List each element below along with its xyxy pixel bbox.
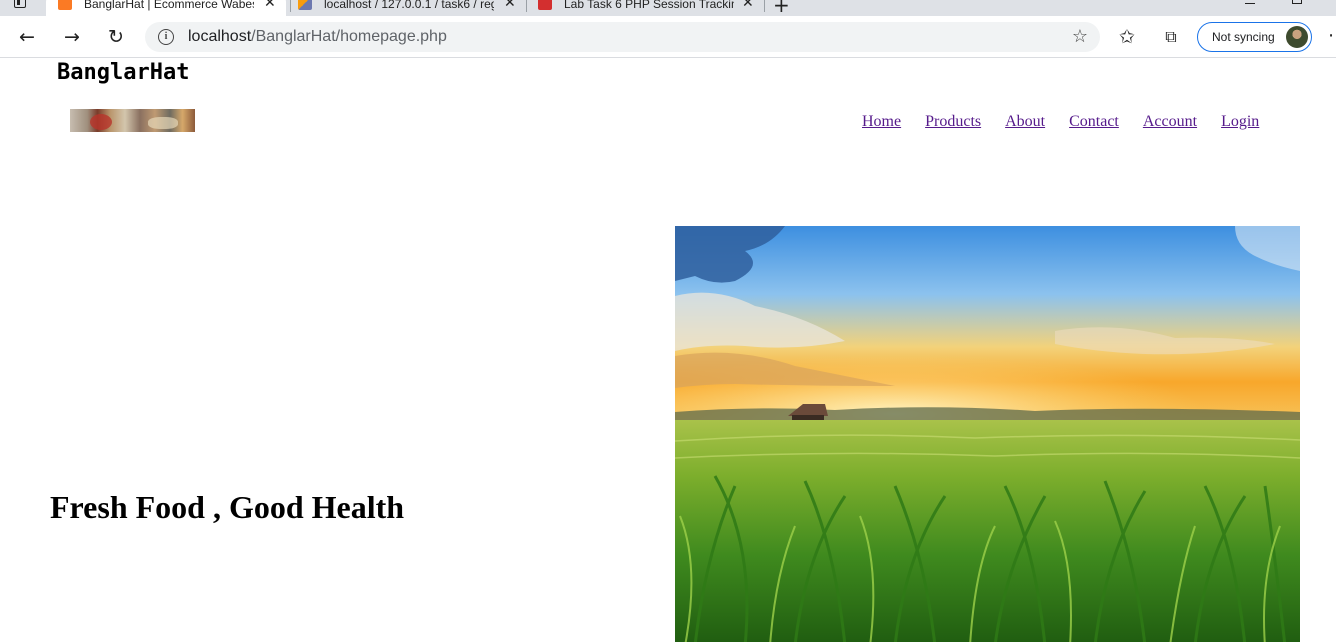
tab-divider [764,0,765,12]
nav-link-login[interactable]: Login [1221,113,1259,131]
nav-link-home[interactable]: Home [862,113,901,131]
tab-actions-icon [14,0,26,8]
favorites-icon[interactable]: ✩ [1115,25,1139,49]
add-favorite-icon[interactable]: ☆ [1072,26,1088,47]
more-menu-icon[interactable]: ⋯ [1328,25,1336,46]
nav-link-about[interactable]: About [1005,113,1045,131]
url-path: /BanglarHat/homepage.php [251,28,447,45]
tab-title: Lab Task 6 PHP Session Tracking [564,0,734,11]
forward-icon[interactable]: → [60,25,84,49]
nav-link-contact[interactable]: Contact [1069,113,1119,131]
tab-title: BanglarHat | Ecommerce Wabesi [84,0,254,11]
browser-toolbar: ← → ↻ i localhost/BanglarHat/homepage.ph… [0,16,1336,58]
tab-lab-task[interactable]: Lab Task 6 PHP Session Tracking ✕ [526,0,766,16]
collections-icon[interactable]: ⧉ [1159,25,1183,49]
new-tab-icon[interactable]: + [773,0,790,16]
close-tab-icon[interactable]: ✕ [504,0,516,11]
cornfield-sunset-image [675,226,1300,642]
nav-link-account[interactable]: Account [1143,113,1197,131]
food-banner-image [70,109,195,132]
close-tab-icon[interactable]: ✕ [742,0,754,11]
url-host: localhost [188,28,252,45]
hero-heading: Fresh Food , Good Health [50,489,405,525]
sync-status-label: Not syncing [1212,30,1275,44]
nav-link-products[interactable]: Products [925,113,981,131]
profile-sync-button[interactable]: Not syncing [1197,22,1312,52]
tab-banglarhat[interactable]: BanglarHat | Ecommerce Wabesi ✕ [46,0,286,16]
maximize-icon[interactable] [1292,0,1302,4]
tab-strip: BanglarHat | Ecommerce Wabesi ✕ localhos… [0,0,1336,16]
main-nav: Home Products About Contact Account Logi… [862,113,1259,131]
page-content: BanglarHat Home Products About Contact A… [0,58,1336,642]
tab-phpmyadmin[interactable]: localhost / 127.0.0.1 / task6 / reg ✕ [286,0,526,16]
close-tab-icon[interactable]: ✕ [264,0,276,11]
address-bar[interactable]: i localhost/BanglarHat/homepage.php ☆ [145,22,1100,52]
back-icon[interactable]: ← [15,25,39,49]
pdf-icon [538,0,552,10]
reload-icon[interactable]: ↻ [104,25,128,49]
tab-title: localhost / 127.0.0.1 / task6 / reg [324,0,494,11]
phpmyadmin-icon [298,0,312,10]
minimize-icon[interactable] [1245,0,1255,4]
avatar [1286,26,1308,48]
url-text[interactable]: localhost/BanglarHat/homepage.php [188,28,447,46]
xampp-icon [58,0,72,10]
site-brand: BanglarHat [57,60,190,85]
tab-actions-button[interactable] [10,0,30,14]
site-info-icon[interactable]: i [158,29,174,45]
